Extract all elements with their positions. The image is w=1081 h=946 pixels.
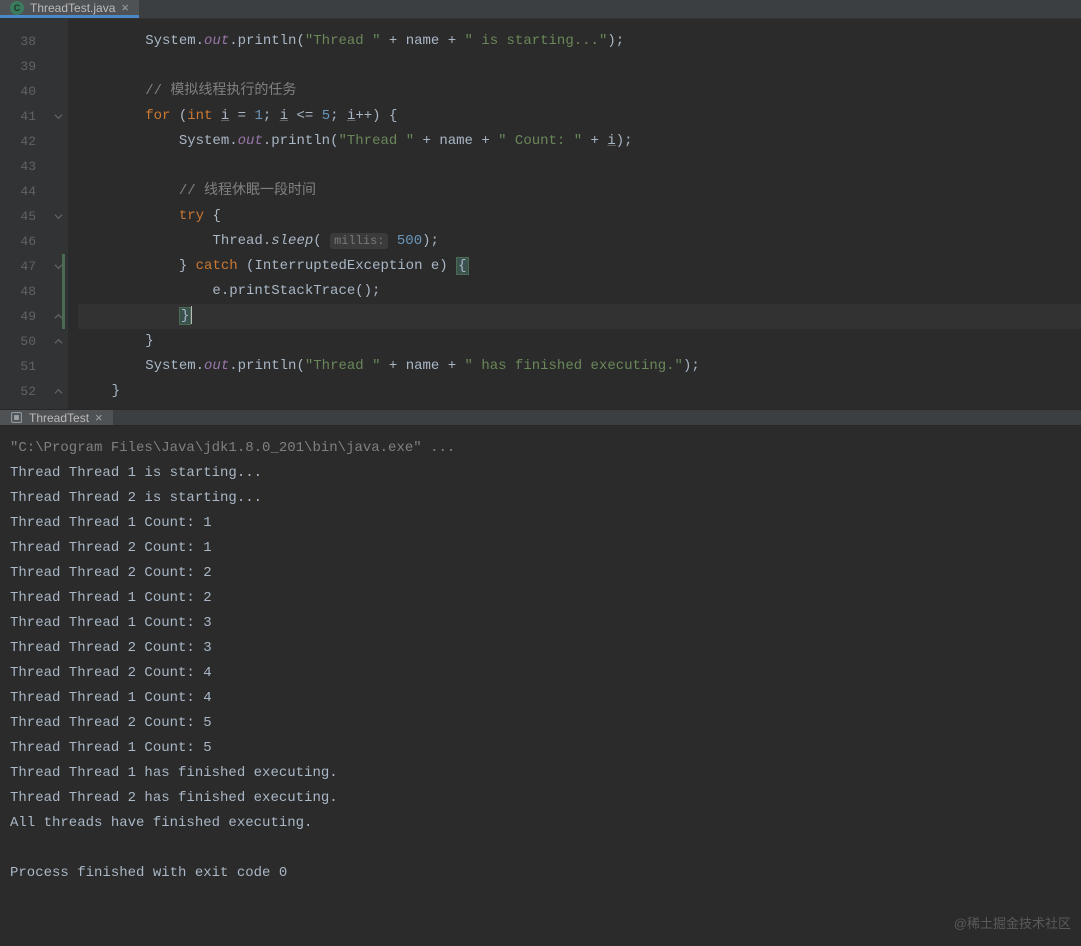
- fold-gutter: [48, 19, 68, 409]
- console-line: Thread Thread 1 Count: 3: [10, 611, 1071, 636]
- watermark-text: @稀土掘金技术社区: [954, 911, 1071, 936]
- close-icon[interactable]: ×: [121, 0, 129, 15]
- console-line: Thread Thread 1 is starting...: [10, 461, 1071, 486]
- console-line: Thread Thread 2 Count: 4: [10, 661, 1071, 686]
- console-line: Thread Thread 1 has finished executing.: [10, 761, 1071, 786]
- editor-tab-threadtest[interactable]: C ThreadTest.java ×: [0, 0, 139, 18]
- line-number-gutter: 383940414243444546474849505152: [0, 19, 48, 409]
- console-line: Thread Thread 2 has finished executing.: [10, 786, 1071, 811]
- console-line: [10, 836, 1071, 861]
- console-line: Thread Thread 2 Count: 2: [10, 561, 1071, 586]
- code-editor[interactable]: 383940414243444546474849505152 System.ou…: [0, 19, 1081, 409]
- console-line: Thread Thread 1 Count: 4: [10, 686, 1071, 711]
- code-content[interactable]: System.out.println("Thread " + name + " …: [68, 19, 1081, 409]
- tab-filename: ThreadTest.java: [30, 1, 115, 15]
- console-line: Thread Thread 2 Count: 5: [10, 711, 1071, 736]
- editor-tab-bar: C ThreadTest.java ×: [0, 0, 1081, 19]
- run-tab-bar: ThreadTest ×: [0, 409, 1081, 426]
- console-output[interactable]: "C:\Program Files\Java\jdk1.8.0_201\bin\…: [0, 426, 1081, 946]
- console-line: Thread Thread 1 Count: 5: [10, 736, 1071, 761]
- console-line: Thread Thread 2 is starting...: [10, 486, 1071, 511]
- java-class-icon: C: [10, 1, 24, 15]
- console-line: Process finished with exit code 0: [10, 861, 1071, 886]
- run-config-icon: [10, 411, 23, 424]
- console-line: Thread Thread 2 Count: 3: [10, 636, 1071, 661]
- close-icon[interactable]: ×: [95, 410, 103, 425]
- run-tab-threadtest[interactable]: ThreadTest ×: [0, 410, 113, 425]
- console-line: Thread Thread 1 Count: 2: [10, 586, 1071, 611]
- console-line: All threads have finished executing.: [10, 811, 1071, 836]
- run-tab-label: ThreadTest: [29, 411, 89, 425]
- console-command: "C:\Program Files\Java\jdk1.8.0_201\bin\…: [10, 436, 1071, 461]
- console-line: Thread Thread 2 Count: 1: [10, 536, 1071, 561]
- console-line: Thread Thread 1 Count: 1: [10, 511, 1071, 536]
